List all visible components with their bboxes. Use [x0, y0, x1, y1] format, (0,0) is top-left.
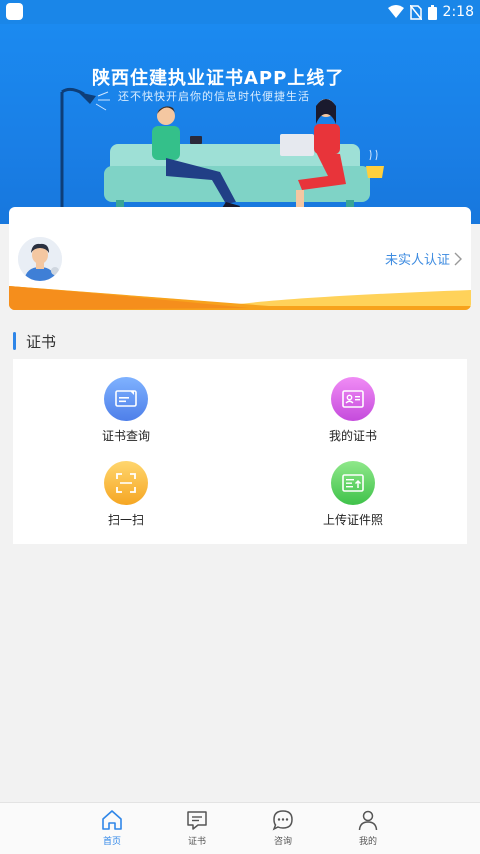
id-card-icon [331, 377, 375, 421]
person-icon [358, 810, 378, 831]
tab-home-label: 首页 [102, 837, 121, 847]
clock: 2:18 [442, 4, 474, 20]
promo-banner[interactable]: 陕西住建执业证书APP上线了 还不快快开启你的信息时代便捷生活 [0, 24, 480, 224]
upload-photo-button[interactable]: 上传证件照 [283, 461, 423, 536]
home-icon [102, 810, 122, 830]
chat-icon [272, 810, 293, 831]
grid-item-label: 扫一扫 [107, 513, 144, 527]
tab-consult[interactable]: 咨询 [258, 808, 308, 847]
chevron-right-icon [454, 252, 462, 265]
section-title: 证书 [26, 332, 57, 351]
grid-item-label: 我的证书 [328, 429, 377, 443]
grid-item-label: 上传证件照 [322, 513, 383, 527]
tab-mine-label: 我的 [358, 837, 377, 847]
upload-photo-icon [331, 461, 375, 505]
scan-button[interactable]: 扫一扫 [56, 461, 196, 536]
verify-link-label: 未实人认证 [384, 253, 450, 268]
tab-home[interactable]: 首页 [87, 808, 137, 847]
tab-mine[interactable]: 我的 [343, 808, 393, 847]
grid-item-label: 证书查询 [101, 429, 150, 443]
my-certificates-button[interactable]: 我的证书 [283, 377, 423, 452]
battery-icon [427, 4, 437, 20]
user-avatar-icon [18, 237, 62, 281]
certificate-search-button[interactable]: 证书查询 [56, 377, 196, 452]
no-sim-icon [409, 4, 422, 20]
wifi-icon [387, 5, 404, 18]
tab-consult-label: 咨询 [273, 837, 292, 847]
certificate-search-icon [104, 377, 148, 421]
bottom-nav: 首页 证书 咨询 我的 [0, 802, 480, 854]
profile-card: 未实人认证 [9, 207, 471, 310]
certificate-actions-panel: 证书查询 我的证书 扫一扫 上传证件照 [13, 359, 467, 544]
section-header: 证书 [13, 330, 56, 352]
tab-certificates-label: 证书 [187, 837, 206, 847]
scan-icon [104, 461, 148, 505]
identity-verify-link[interactable]: 未实人认证 [385, 249, 463, 268]
message-icon [187, 811, 207, 830]
status-bar: 2:18 [0, 0, 480, 24]
tab-certificates[interactable]: 证书 [172, 808, 222, 847]
avatar[interactable] [18, 237, 62, 281]
card-decoration-wave [9, 286, 471, 310]
section-accent-bar [13, 332, 16, 350]
app-notification-icon [6, 3, 23, 20]
banner-illustration [60, 87, 420, 216]
